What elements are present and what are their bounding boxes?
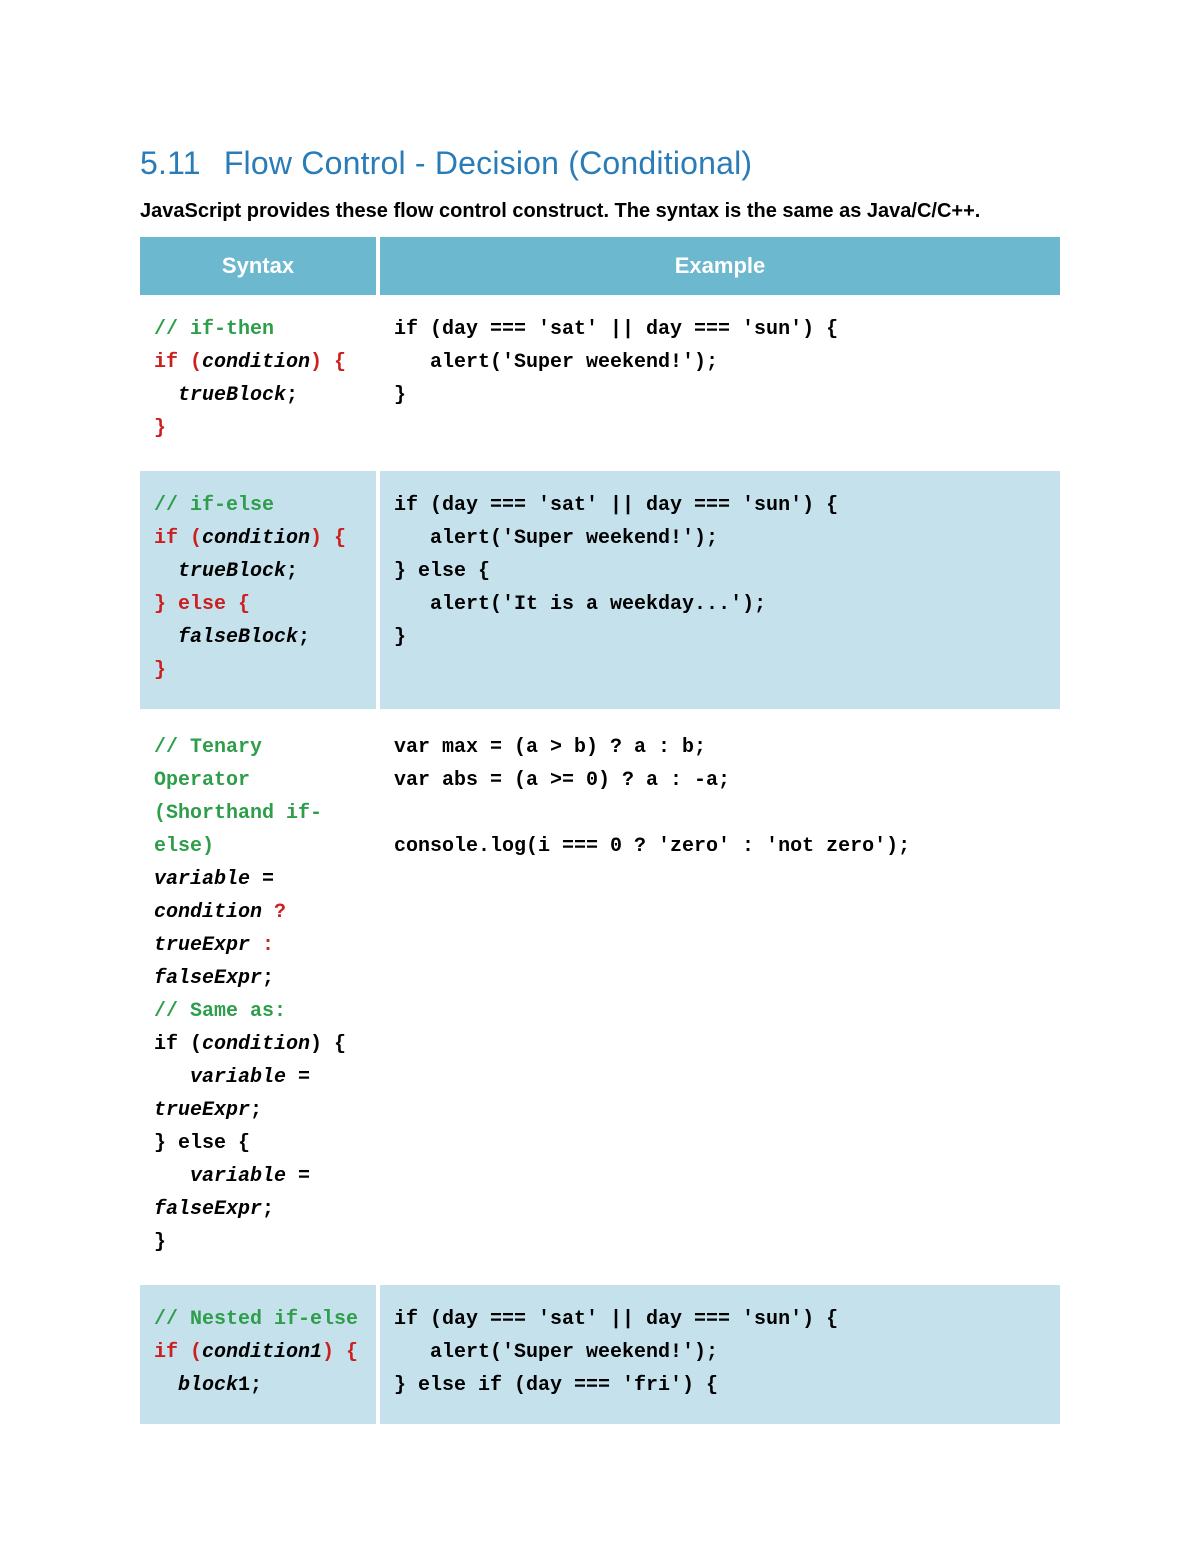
document-page: 5.11 Flow Control - Decision (Conditiona… [0, 0, 1200, 1553]
table-row: // Tenary Operator (Shorthand if-else) v… [140, 713, 1060, 1285]
example-cell: if (day === 'sat' || day === 'sun') { al… [380, 295, 1060, 471]
table-row: // if-else if (condition) { trueBlock; }… [140, 471, 1060, 713]
syntax-example-table: Syntax Example // if-then if (condition)… [140, 237, 1060, 1428]
example-cell: if (day === 'sat' || day === 'sun') { al… [380, 471, 1060, 713]
table-header-syntax: Syntax [140, 237, 380, 295]
table-row: // Nested if-else if (condition1) { bloc… [140, 1285, 1060, 1428]
syntax-cell: // Nested if-else if (condition1) { bloc… [140, 1285, 380, 1428]
example-cell: var max = (a > b) ? a : b; var abs = (a … [380, 713, 1060, 1285]
table-row: // if-then if (condition) { trueBlock; }… [140, 295, 1060, 471]
example-code: var max = (a > b) ? a : b; var abs = (a … [394, 731, 1046, 863]
syntax-code: // if-then if (condition) { trueBlock; } [154, 313, 362, 445]
example-cell: if (day === 'sat' || day === 'sun') { al… [380, 1285, 1060, 1428]
section-heading: 5.11 Flow Control - Decision (Conditiona… [140, 145, 1060, 182]
section-title: Flow Control - Decision (Conditional) [224, 145, 752, 181]
example-code: if (day === 'sat' || day === 'sun') { al… [394, 313, 1046, 412]
table-body: // if-then if (condition) { trueBlock; }… [140, 295, 1060, 1428]
syntax-cell: // Tenary Operator (Shorthand if-else) v… [140, 713, 380, 1285]
syntax-cell: // if-then if (condition) { trueBlock; } [140, 295, 380, 471]
syntax-cell: // if-else if (condition) { trueBlock; }… [140, 471, 380, 713]
example-code: if (day === 'sat' || day === 'sun') { al… [394, 1303, 1046, 1402]
section-number: 5.11 [140, 145, 201, 181]
syntax-code: // if-else if (condition) { trueBlock; }… [154, 489, 362, 687]
syntax-code: // Tenary Operator (Shorthand if-else) v… [154, 731, 362, 1259]
example-code: if (day === 'sat' || day === 'sun') { al… [394, 489, 1046, 654]
table-header-example: Example [380, 237, 1060, 295]
syntax-code: // Nested if-else if (condition1) { bloc… [154, 1303, 362, 1402]
section-lead: JavaScript provides these flow control c… [140, 200, 1060, 223]
